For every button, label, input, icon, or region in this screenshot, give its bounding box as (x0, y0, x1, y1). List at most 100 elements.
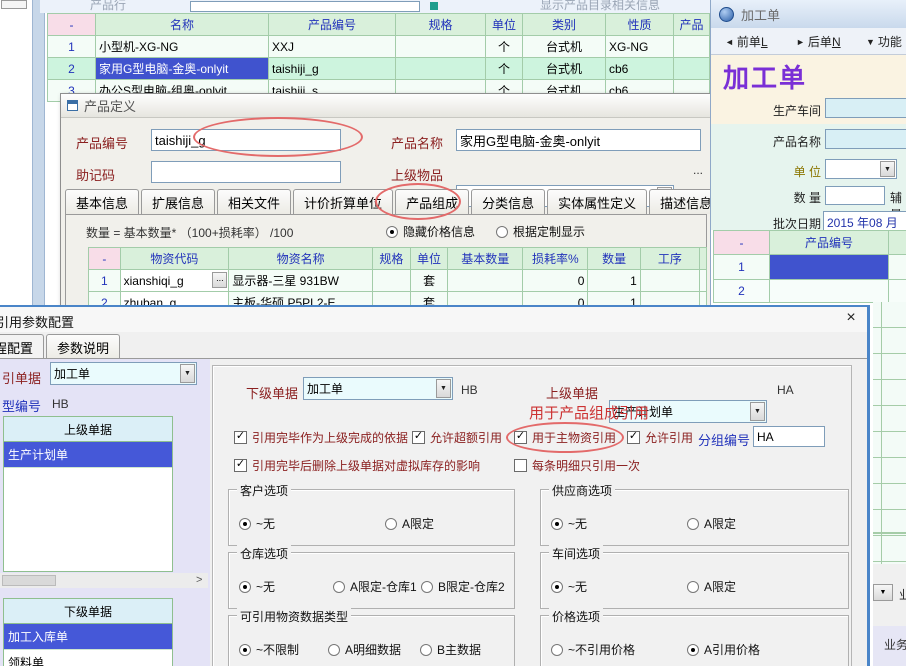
tab-extended-info[interactable]: 扩展信息 (141, 189, 215, 214)
table-row[interactable]: 1 小型机-XG-NG XXJ 个 台式机 XG-NG (48, 36, 710, 58)
header-process: 工序 (641, 248, 700, 270)
cell-category[interactable]: 台式机 (523, 36, 606, 58)
checkbox-allow-ref[interactable]: 允许引用 (627, 429, 693, 446)
scrollbar-thumb[interactable] (2, 575, 56, 586)
checkbox-ref-complete-basis[interactable]: 引用完毕作为上级完成的依据 (234, 429, 408, 446)
tab-process-config[interactable]: 程配置 (0, 334, 44, 359)
cell-name-selected[interactable]: 家用G型电脑-金奥-onlyit (96, 58, 269, 80)
parent-more-button[interactable]: ... (693, 163, 703, 177)
tab-product-composition[interactable]: 产品组成 (395, 189, 469, 214)
tab-entity-attributes[interactable]: 实体属性定义 (547, 189, 647, 214)
checkbox-allow-excess[interactable]: 允许超额引用 (412, 429, 502, 446)
checkbox-icon (412, 431, 425, 444)
radio-workshop-none[interactable]: ~无 (551, 578, 587, 595)
radio-price-no-ref[interactable]: ~不引用价格 (551, 641, 635, 658)
radio-material-unlimited[interactable]: ~不限制 (239, 641, 299, 658)
radio-custom-display[interactable]: 根据定制显示 (496, 223, 585, 240)
cell-extra[interactable] (700, 270, 707, 292)
radio-supplier-limited[interactable]: A限定 (687, 515, 736, 532)
radio-warehouse-a[interactable]: A限定-仓库1 (333, 578, 417, 595)
radio-price-ref[interactable]: A引用价格 (687, 641, 760, 658)
radio-hide-price[interactable]: 隐藏价格信息 (386, 223, 475, 240)
radio-icon (420, 644, 432, 656)
cell-product-code-selected[interactable] (770, 255, 889, 280)
scroll-right-arrow[interactable]: > (196, 574, 202, 586)
checkbox-ref-once[interactable]: 每条明细只引用一次 (514, 457, 640, 474)
cell-product[interactable] (674, 58, 710, 80)
cell-rownum[interactable]: 2 (48, 58, 96, 80)
cell-unit[interactable]: 个 (486, 58, 523, 80)
cell-code[interactable]: XXJ (269, 36, 396, 58)
cell-extra[interactable] (889, 280, 906, 303)
cell-base-qty[interactable] (448, 270, 523, 292)
product-code-input[interactable]: taishiji_g (151, 129, 341, 151)
cell-category[interactable]: 台式机 (523, 58, 606, 80)
cell-material-name[interactable]: 显示器-三星 931BW (229, 270, 373, 292)
cell-process[interactable] (641, 270, 700, 292)
table-row[interactable]: 2 家用G型电脑-金奥-onlyit taishiji_g 个 台式机 cb6 (48, 58, 710, 80)
lower-doc-combo[interactable]: 加工单 ▼ (303, 377, 453, 400)
table-row[interactable]: 1 (714, 255, 906, 280)
product-name-input[interactable]: 家用G型电脑-金奥-onlyit (456, 129, 701, 151)
next-doc-button[interactable]: ► 后单N (796, 33, 841, 50)
background-search-input[interactable] (190, 1, 420, 12)
radio-workshop-limited[interactable]: A限定 (687, 578, 736, 595)
radio-customer-limited[interactable]: A限定 (385, 515, 434, 532)
cell-qty[interactable]: 1 (588, 270, 640, 292)
cell-rownum[interactable]: 1 (714, 255, 770, 280)
list-item[interactable]: 领料单 (4, 650, 172, 666)
checkbox-delete-virtual-stock[interactable]: 引用完毕后删除上级单据对虚拟库存的影响 (234, 457, 480, 474)
table-row[interactable]: 2 (714, 280, 906, 303)
radio-warehouse-none[interactable]: ~无 (239, 578, 275, 595)
radio-icon (239, 581, 251, 593)
cell-loss-rate[interactable]: 0 (523, 270, 588, 292)
tab-pricing-unit[interactable]: 计价折算单位 (293, 189, 393, 214)
close-button[interactable]: × (840, 308, 862, 327)
cell-more-button[interactable]: ... (212, 272, 227, 288)
checkbox-main-material-ref[interactable]: 用于主物资引用 (514, 429, 616, 446)
cell-unit[interactable]: 套 (411, 270, 449, 292)
tab-basic-info[interactable]: 基本信息 (65, 189, 139, 214)
cell-code[interactable]: taishiji_g (269, 58, 396, 80)
sidebar-hscrollbar[interactable]: > (0, 573, 208, 588)
tab-description[interactable]: 描述信息 (649, 189, 711, 214)
radio-customer-none[interactable]: ~无 (239, 515, 275, 532)
radio-supplier-none[interactable]: ~无 (551, 515, 587, 532)
qty-input[interactable] (825, 186, 885, 205)
group-number-input[interactable]: HA (753, 426, 825, 447)
radio-icon (551, 518, 563, 530)
workshop-input[interactable] (825, 98, 906, 118)
tab-classification[interactable]: 分类信息 (471, 189, 545, 214)
cell-rownum[interactable]: 1 (48, 36, 96, 58)
next-doc-key: N (832, 35, 841, 49)
cell-material-code[interactable]: xianshiqi_g ... (121, 270, 230, 292)
cell-property[interactable]: XG-NG (606, 36, 674, 58)
cell-unit[interactable]: 个 (486, 36, 523, 58)
tab-related-files[interactable]: 相关文件 (217, 189, 291, 214)
cell-rownum[interactable]: 2 (714, 280, 770, 303)
mnemonic-input[interactable] (151, 161, 341, 183)
cell-product[interactable] (674, 36, 710, 58)
fragment-dropdown-button[interactable]: ▼ (873, 584, 893, 601)
radio-warehouse-b[interactable]: B限定-仓库2 (421, 578, 505, 595)
product-name-input[interactable] (825, 129, 906, 149)
cell-spec[interactable] (396, 36, 486, 58)
list-item[interactable]: 生产计划单 (4, 442, 172, 468)
radio-label: ~不限制 (256, 641, 299, 658)
cell-product-code[interactable] (770, 280, 889, 303)
prev-doc-button[interactable]: ◄ 前单L (725, 33, 768, 50)
cell-name[interactable]: 小型机-XG-NG (96, 36, 269, 58)
radio-material-detail[interactable]: A明细数据 (328, 641, 401, 658)
cell-rownum[interactable]: 1 (89, 270, 121, 292)
cell-property[interactable]: cb6 (606, 58, 674, 80)
cell-spec[interactable] (373, 270, 411, 292)
unit-combo[interactable]: ▼ (825, 159, 897, 179)
list-item[interactable]: 加工入库单 (4, 624, 172, 650)
cell-spec[interactable] (396, 58, 486, 80)
functions-button[interactable]: ▼ 功能 (866, 33, 902, 50)
tab-parameter-help[interactable]: 参数说明 (46, 334, 120, 359)
cell-extra[interactable] (889, 255, 906, 280)
radio-material-master[interactable]: B主数据 (420, 641, 481, 658)
table-row[interactable]: 1 xianshiqi_g ... 显示器-三星 931BW 套 0 1 (89, 270, 707, 292)
ref-doc-combo[interactable]: 加工单 ▼ (50, 362, 197, 385)
